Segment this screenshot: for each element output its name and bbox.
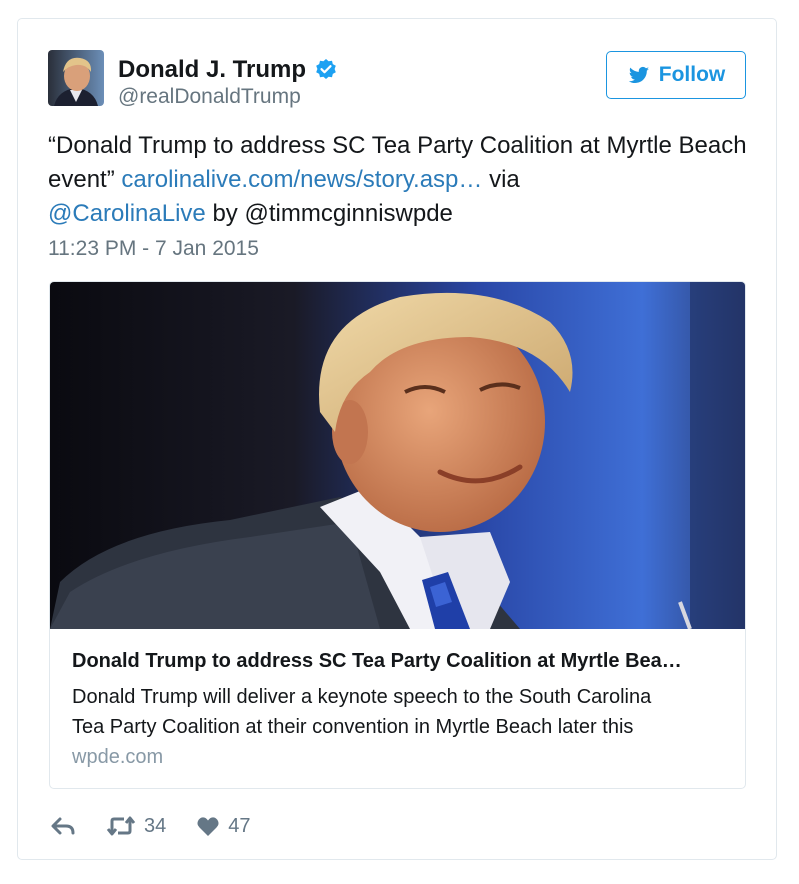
tweet-card: Donald J. Trump @realDonaldTrump Follow … (17, 18, 777, 860)
tweet-via-text: via (489, 166, 520, 193)
reply-button[interactable] (50, 815, 76, 837)
tweet-timestamp[interactable]: 11:23 PM - 7 Jan 2015 (48, 237, 259, 261)
card-description-line: Donald Trump will deliver a keynote spee… (72, 686, 652, 708)
avatar[interactable] (48, 50, 104, 106)
heart-icon (196, 815, 220, 837)
author-name[interactable]: Donald J. Trump (118, 56, 306, 84)
like-count: 47 (228, 814, 251, 837)
card-image[interactable] (50, 282, 745, 630)
retweet-icon (106, 815, 136, 837)
retweet-button[interactable]: 34 (106, 815, 166, 838)
card-domain: wpde.com (72, 746, 164, 768)
follow-button-label: Follow (658, 63, 726, 86)
tweet-by-text: by @timmcginniswpde (212, 200, 453, 227)
reply-icon (50, 815, 76, 837)
like-button[interactable]: 47 (196, 814, 251, 838)
card-title[interactable]: Donald Trump to address SC Tea Party Coa… (72, 650, 732, 673)
tweet-link[interactable]: carolinalive.com/news/story.asp… (121, 166, 482, 193)
twitter-bird-icon (627, 63, 651, 87)
verified-badge-icon (314, 58, 338, 82)
tweet-mention-link[interactable]: @CarolinaLive (48, 200, 206, 227)
retweet-count: 34 (144, 814, 167, 837)
tweet-actions: 34 47 (50, 812, 251, 840)
author-handle[interactable]: @realDonaldTrump (118, 85, 301, 109)
author-name-row[interactable]: Donald J. Trump (118, 55, 338, 85)
link-preview-card[interactable]: Donald Trump to address SC Tea Party Coa… (49, 281, 746, 789)
tweet-text: “Donald Trump to address SC Tea Party Co… (48, 129, 748, 231)
card-description-line: Tea Party Coalition at their convention … (72, 716, 634, 738)
follow-button[interactable]: Follow (606, 51, 746, 99)
card-description: Donald Trump will deliver a keynote spee… (72, 682, 732, 742)
